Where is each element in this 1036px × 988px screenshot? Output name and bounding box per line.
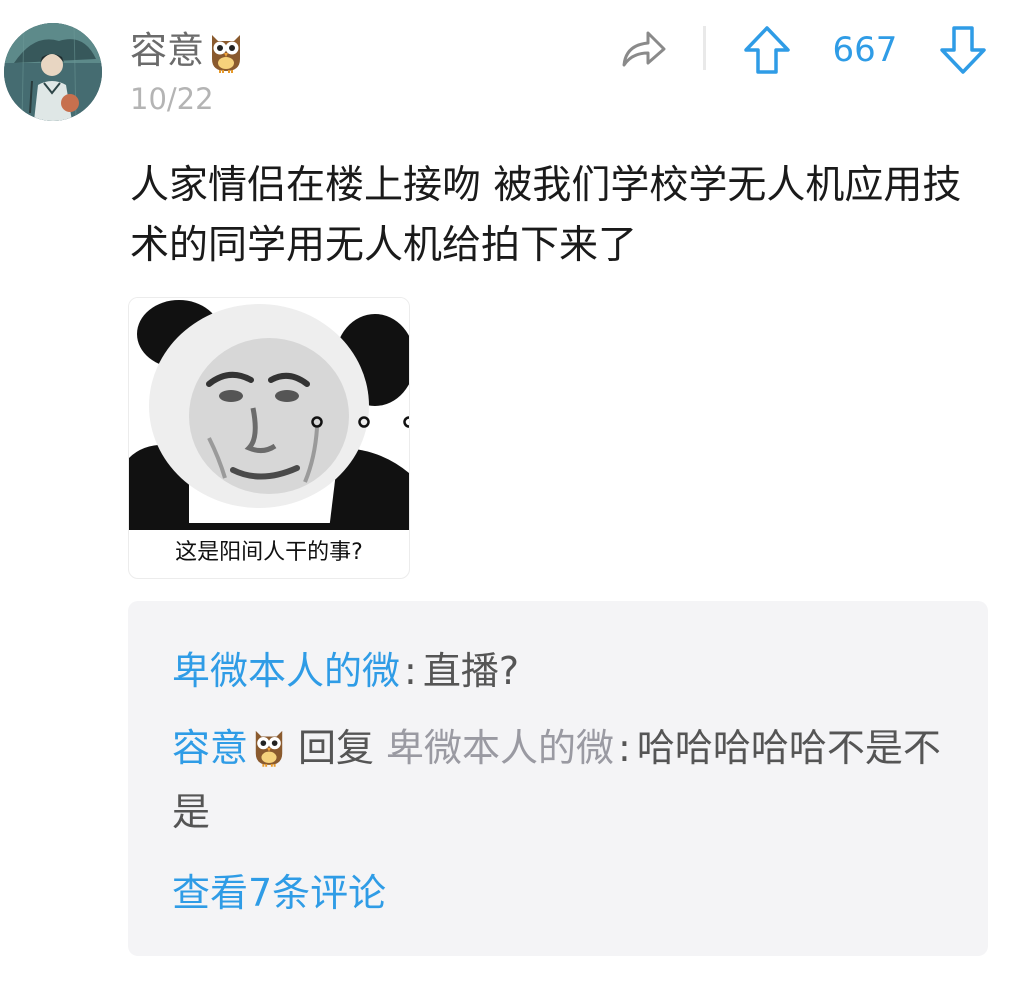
view-all-comments-link[interactable]: 查看7条评论: [172, 861, 386, 925]
image-caption: 这是阳间人干的事?: [175, 540, 363, 565]
vote-score: 667: [832, 30, 898, 70]
avatar-illustration: [4, 23, 102, 121]
author-avatar[interactable]: [4, 23, 102, 121]
post-content: 人家情侣在楼上接吻 被我们学校学无人机应用技术的同学用无人机给拍下来了: [130, 163, 962, 268]
owl-icon: [208, 29, 244, 73]
reply-label: 回复: [298, 726, 375, 770]
share-button[interactable]: [618, 25, 670, 73]
comment-user[interactable]: 容意: [172, 726, 248, 770]
downvote-button[interactable]: [938, 24, 988, 76]
post-date: 10/22: [130, 82, 214, 116]
author-name[interactable]: 容意: [130, 27, 204, 75]
owl-icon: [252, 722, 286, 767]
comment-text: 直播?: [422, 649, 519, 693]
reply-target-user[interactable]: 卑微本人的微: [386, 726, 614, 770]
share-icon: [622, 31, 666, 67]
arrow-down-icon: [940, 26, 986, 74]
post-card: 容意 10/22 667 人家情侣在楼上接吻 被我们学校学无人机应用技术的同学用…: [0, 0, 1036, 988]
comment-item[interactable]: 容意 回复 卑微本人的微: 哈哈哈哈哈不是不是: [172, 716, 962, 844]
post-image[interactable]: 这是阳间人干的事?: [128, 297, 410, 579]
comment-separator: :: [404, 649, 417, 693]
panda-meme-illustration: [129, 298, 409, 530]
action-divider: [703, 26, 706, 70]
arrow-up-icon: [744, 26, 790, 74]
comments-preview: 卑微本人的微: 直播? 容意 回复 卑微本人的微: 哈哈哈哈哈不是不是 查看7条评论: [128, 601, 988, 956]
comment-user[interactable]: 卑微本人的微: [172, 649, 400, 693]
comment-separator: :: [618, 726, 631, 770]
author-row: 容意: [130, 27, 244, 75]
upvote-button[interactable]: [742, 24, 792, 76]
comment-item[interactable]: 卑微本人的微: 直播?: [172, 639, 962, 703]
